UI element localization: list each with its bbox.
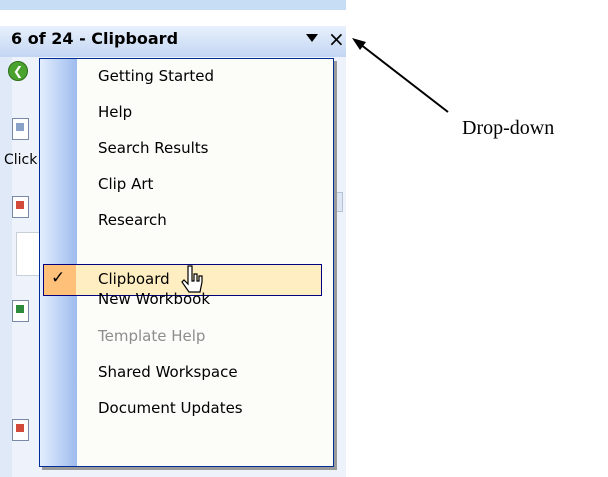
annotation-arrow (352, 38, 449, 113)
annotation-label: Drop-down (462, 117, 555, 139)
